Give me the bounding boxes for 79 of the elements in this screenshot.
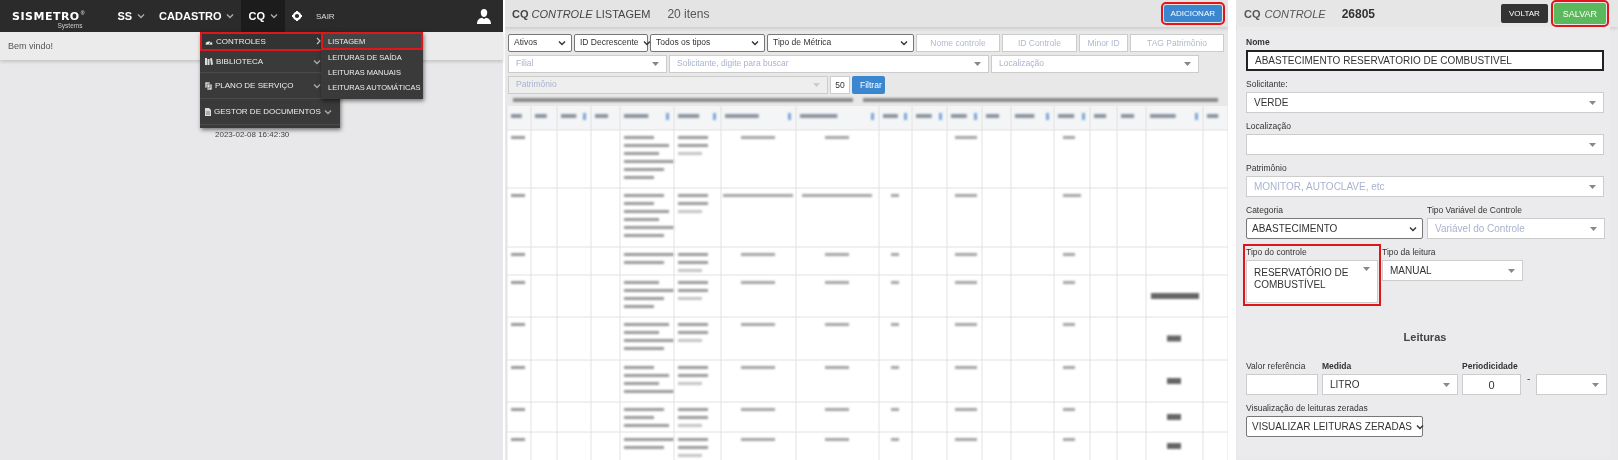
menu-item[interactable]: CADASTRO bbox=[152, 0, 242, 32]
select-field[interactable]: Todos os tipos bbox=[650, 34, 765, 52]
select-field[interactable]: MANUAL bbox=[1382, 260, 1523, 281]
field-label: Localização bbox=[1246, 121, 1292, 132]
select-field[interactable] bbox=[1536, 374, 1608, 395]
select-field[interactable]: Ativos bbox=[508, 34, 572, 52]
menu-item[interactable]: GESTOR DE DOCUMENTOS bbox=[200, 99, 340, 125]
logo-text: SISMETRO bbox=[12, 9, 80, 23]
caret-icon bbox=[974, 62, 981, 66]
caret-icon bbox=[1589, 100, 1596, 105]
input-field[interactable]: Minor ID bbox=[1079, 34, 1128, 52]
caret-icon bbox=[1589, 184, 1596, 189]
select-field[interactable]: VERDE bbox=[1246, 92, 1604, 113]
chevron-down-icon bbox=[1409, 225, 1417, 232]
add-button[interactable]: ADICIONAR bbox=[1163, 5, 1222, 22]
user-icon bbox=[477, 8, 491, 24]
caret-icon bbox=[1592, 382, 1600, 387]
chevron-down-icon bbox=[1416, 423, 1425, 430]
field-label: Periodicidade bbox=[1462, 361, 1519, 372]
caret-icon bbox=[652, 62, 659, 66]
input-field[interactable]: Nome controle bbox=[916, 34, 1000, 52]
separator-dash: - bbox=[1527, 372, 1531, 384]
caret-icon bbox=[1363, 267, 1370, 271]
select-field[interactable]: LITRO bbox=[1322, 374, 1458, 395]
copy-icon bbox=[205, 81, 212, 90]
input-field[interactable] bbox=[1246, 374, 1318, 395]
field-label: Tipo Variável de Controle bbox=[1427, 205, 1523, 216]
select-field[interactable]: VISUALIZAR LEITURAS ZERADAS bbox=[1246, 416, 1423, 437]
caret-icon bbox=[1184, 62, 1191, 66]
settings-icon bbox=[291, 11, 302, 21]
field-label: Tipo do controle bbox=[1246, 247, 1308, 258]
timestamp-text: 2023-02-08 16:42:30 bbox=[215, 130, 290, 139]
field-label: Categoria bbox=[1246, 205, 1284, 216]
caret-icon bbox=[1590, 226, 1597, 231]
chevron-down-icon bbox=[313, 58, 321, 65]
chevron-down-icon bbox=[137, 13, 146, 19]
back-button[interactable]: VOLTAR bbox=[1501, 4, 1548, 23]
input-field[interactable]: ABASTECIMENTO RESERVATORIO DE COMBUSTIVEL bbox=[1246, 50, 1604, 71]
input-field[interactable]: ID Controle bbox=[1002, 34, 1077, 52]
record-id: 26805 bbox=[1341, 6, 1375, 21]
chevron-down-icon bbox=[323, 108, 332, 115]
books-icon bbox=[205, 58, 213, 65]
input-field[interactable]: 0 bbox=[1462, 374, 1521, 395]
select-field[interactable] bbox=[1246, 134, 1604, 155]
logout-link[interactable]: SAIR bbox=[308, 0, 342, 32]
chevron-down-icon bbox=[642, 40, 651, 46]
chevron-right-icon bbox=[316, 37, 321, 45]
item-count: 20 itens bbox=[667, 6, 710, 21]
menu-item[interactable]: CQ bbox=[241, 0, 285, 32]
input-field[interactable]: TAG Patrimônio bbox=[1130, 34, 1224, 52]
field-label: Visualização de leituras zeradas bbox=[1246, 403, 1369, 414]
field-label: Nome bbox=[1246, 37, 1271, 48]
field-label: Tipo da leitura bbox=[1382, 247, 1437, 258]
welcome-text: Bem vindo! bbox=[8, 41, 54, 51]
field-label: Medida bbox=[1322, 361, 1353, 372]
field-label: Patrimônio bbox=[1246, 163, 1288, 174]
select-field[interactable]: Tipo de Métrica bbox=[767, 34, 914, 52]
field-label: Solicitante: bbox=[1246, 79, 1289, 90]
chevron-down-icon bbox=[269, 13, 278, 19]
input-field[interactable]: 50 bbox=[830, 76, 850, 94]
select-field[interactable]: ABASTECIMENTO bbox=[1246, 218, 1423, 239]
section-title: Leituras bbox=[1402, 331, 1448, 343]
select-field[interactable]: ID Decrescente bbox=[574, 34, 648, 52]
chevron-down-icon bbox=[558, 40, 566, 46]
caret-icon bbox=[1589, 142, 1596, 147]
field-label: Valor referência bbox=[1246, 361, 1307, 372]
chevron-down-icon bbox=[900, 40, 908, 46]
menu-item[interactable]: SS bbox=[110, 0, 153, 32]
page-title: CQ CONTROLE bbox=[1244, 7, 1326, 20]
chevron-down-icon bbox=[313, 82, 321, 89]
caret-icon bbox=[1443, 382, 1450, 387]
file-icon bbox=[205, 107, 211, 116]
caret-icon bbox=[813, 83, 820, 87]
filter-button[interactable]: Filtrar bbox=[852, 76, 885, 94]
caret-icon bbox=[1508, 268, 1515, 273]
select-field[interactable]: RESERVATÓRIO DE COMBUSTÍVEL bbox=[1246, 260, 1378, 303]
chevron-down-icon bbox=[226, 13, 235, 19]
page-title: CQ CONTROLE LISTAGEM bbox=[512, 7, 651, 20]
chevron-down-icon bbox=[751, 40, 759, 46]
